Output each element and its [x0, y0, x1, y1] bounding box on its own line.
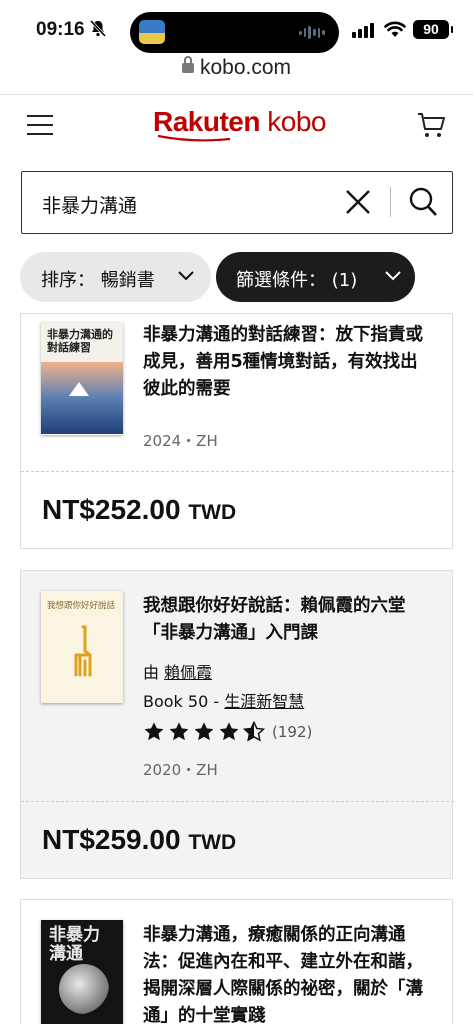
silent-bell-icon [89, 19, 107, 41]
rating-count: (192) [272, 723, 313, 741]
cover-title: 我想跟你好好說話 [47, 601, 116, 611]
author-prefix: 由 [143, 663, 165, 682]
book-price: NT$252.00 TWD [42, 494, 236, 526]
star-full-icon [194, 722, 214, 741]
search-input[interactable]: 非暴力溝通 [42, 191, 137, 218]
status-bar: 09:16 90 [0, 0, 473, 60]
chevron-down-icon [385, 271, 401, 281]
divider [21, 801, 454, 802]
search-divider [390, 187, 391, 217]
wifi-icon [384, 21, 406, 37]
star-half-icon [243, 721, 265, 742]
book-card[interactable]: 非暴力溝通的對話練習 非暴力溝通的對話練習：放下指責或成見，善用5種情境對話，有… [20, 313, 454, 549]
divider [21, 471, 454, 472]
book-title[interactable]: 我想跟你好好說話：賴佩霞的六堂「非暴力溝通」入門課 [143, 593, 435, 647]
book-price: NT$259.00 TWD [42, 824, 236, 856]
lock-icon [181, 56, 194, 73]
dynamic-island[interactable] [130, 12, 339, 53]
battery-indicator: 90 [413, 20, 453, 39]
cart-icon[interactable] [416, 110, 446, 140]
logo-swoosh [158, 134, 230, 142]
search-icon[interactable] [408, 186, 438, 218]
address-bar[interactable]: kobo.com [0, 56, 473, 90]
year-language: 2024・ZH [143, 432, 218, 450]
filter-dropdown[interactable]: 篩選條件： (1) [216, 252, 415, 302]
star-full-icon [144, 722, 164, 741]
book-title[interactable]: 非暴力溝通的對話練習：放下指責或成見，善用5種情境對話，有效找出彼此的需要 [143, 322, 435, 403]
star-full-icon [169, 722, 189, 741]
price-currency: TWD [188, 501, 237, 524]
search-bar[interactable]: 非暴力溝通 [21, 171, 453, 234]
dove-illustration [59, 964, 109, 1014]
book-cover[interactable]: 非暴力溝通 [41, 920, 123, 1024]
cover-title: 非暴力溝通 [49, 925, 100, 964]
url-text: kobo.com [199, 56, 292, 79]
cover-title: 非暴力溝通的對話練習 [47, 328, 113, 354]
book-cover[interactable]: 我想跟你好好說話 [41, 591, 123, 703]
divider [0, 94, 473, 95]
price-amount: NT$259.00 [42, 824, 181, 855]
series-number: Book 50 - [143, 692, 225, 711]
series-line: Book 50 - 生涯新智慧 [143, 688, 304, 712]
chevron-down-icon [178, 271, 194, 281]
now-playing-thumbnail [139, 20, 165, 44]
cellular-signal-icon [352, 22, 374, 38]
boat-illustration [69, 382, 89, 396]
audio-wave-icon [299, 26, 326, 39]
clear-search-icon[interactable] [344, 188, 372, 216]
filter-label: 篩選條件： (1) [236, 270, 358, 291]
sort-label: 排序： 暢銷書 [41, 270, 155, 291]
star-full-icon [219, 722, 239, 741]
hamburger-menu-icon[interactable] [27, 115, 53, 136]
sort-dropdown[interactable]: 排序： 暢銷書 [20, 252, 211, 302]
author-line: 由 賴佩霞 [143, 659, 212, 683]
logo-rakuten-text: Rakuten [153, 106, 260, 137]
book-cover[interactable]: 非暴力溝通的對話練習 [41, 322, 123, 435]
price-currency: TWD [188, 831, 237, 854]
series-link[interactable]: 生涯新智慧 [224, 692, 304, 711]
book-title[interactable]: 非暴力溝通，療癒關係的正向溝通法：促進內在和平、建立外在和諧，揭開深層人際關係的… [143, 922, 435, 1024]
giraffe-illustration [74, 625, 92, 677]
rating-stars: (192) [143, 721, 312, 743]
clock: 09:16 [36, 19, 85, 40]
author-link[interactable]: 賴佩霞 [164, 663, 212, 682]
logo-kobo-text: kobo [259, 106, 326, 137]
book-card[interactable]: 我想跟你好好說話 我想跟你好好說話：賴佩霞的六堂「非暴力溝通」入門課 由 賴佩霞… [20, 570, 454, 879]
year-language: 2020・ZH [143, 761, 218, 779]
price-amount: NT$252.00 [42, 494, 181, 525]
book-card[interactable]: 非暴力溝通 非暴力溝通，療癒關係的正向溝通法：促進內在和平、建立外在和諧，揭開深… [20, 899, 453, 1024]
